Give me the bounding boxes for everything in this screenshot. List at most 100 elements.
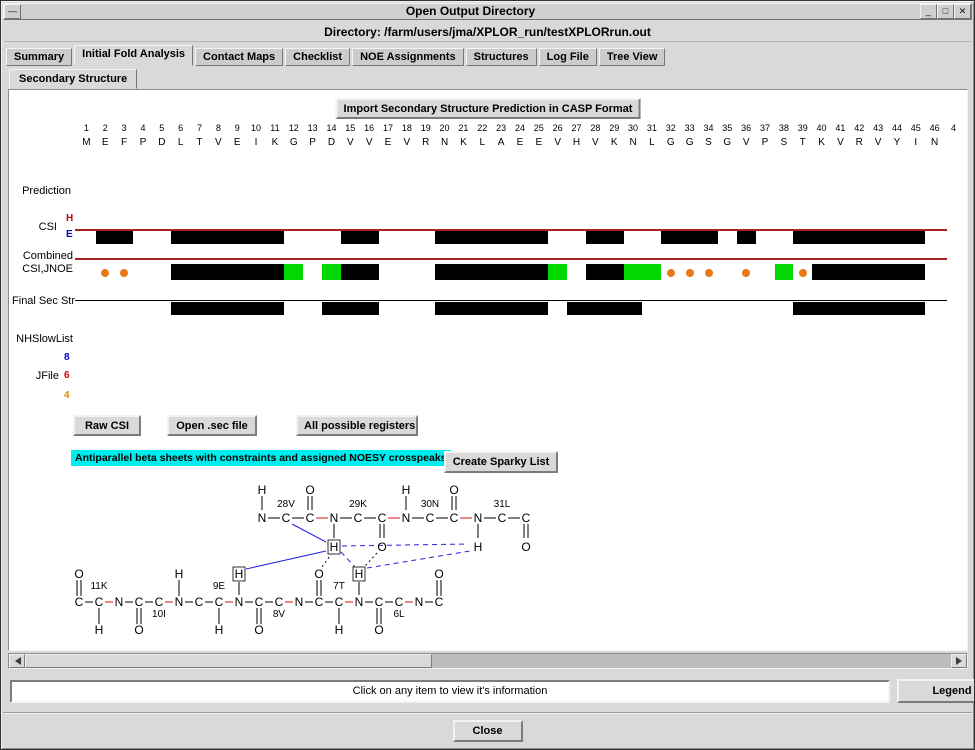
atom-H[interactable]: H	[330, 540, 339, 554]
combined-segment-black[interactable]	[586, 264, 624, 280]
beta-sheet-diagram[interactable]: HNCCONHCCONHCCONHCCOCCNCCNCCNCCNCCNCCNCO…	[56, 460, 556, 650]
atom-C[interactable]: C	[155, 595, 164, 609]
atom-C[interactable]: C	[95, 595, 104, 609]
atom-C[interactable]: C	[378, 511, 387, 525]
combined-segment-black[interactable]	[435, 264, 548, 280]
csi-bar[interactable]	[661, 231, 718, 244]
atom-C[interactable]: C	[375, 595, 384, 609]
maximize-icon[interactable]: □	[937, 4, 954, 19]
scrollbar-thumb[interactable]	[25, 654, 432, 668]
scroll-right-icon[interactable]	[951, 654, 967, 668]
atom-N[interactable]: N	[402, 511, 411, 525]
tab-secondary-structure[interactable]: Secondary Structure	[9, 69, 137, 89]
combined-dot[interactable]	[667, 269, 675, 277]
atom-C[interactable]: C	[354, 511, 363, 525]
atom-C[interactable]: C	[215, 595, 224, 609]
open-sec-file-button[interactable]: Open .sec file	[167, 415, 257, 436]
combined-segment-black[interactable]	[171, 264, 284, 280]
atom-C[interactable]: C	[498, 511, 507, 525]
residue-label[interactable]: 9E	[213, 581, 226, 592]
atom-O[interactable]: O	[74, 567, 83, 581]
combined-dot[interactable]	[120, 269, 128, 277]
atom-O[interactable]: O	[305, 483, 314, 497]
import-casp-button[interactable]: Import Secondary Structure Prediction in…	[336, 98, 641, 119]
tab-tree-view[interactable]: Tree View	[599, 48, 666, 66]
atom-H[interactable]: H	[258, 483, 267, 497]
combined-dot[interactable]	[705, 269, 713, 277]
atom-H[interactable]: H	[402, 483, 411, 497]
atom-H[interactable]: H	[335, 623, 344, 637]
atom-N[interactable]: N	[474, 511, 483, 525]
atom-C[interactable]: C	[255, 595, 264, 609]
combined-dot[interactable]	[799, 269, 807, 277]
scroll-left-icon[interactable]	[9, 654, 25, 668]
minimize-icon[interactable]: _	[920, 4, 937, 19]
atom-H[interactable]: H	[215, 623, 224, 637]
csi-bar[interactable]	[737, 231, 756, 244]
csi-bar[interactable]	[435, 231, 548, 244]
atom-C[interactable]: C	[195, 595, 204, 609]
residue-label[interactable]: 31L	[494, 499, 511, 510]
atom-H[interactable]: H	[95, 623, 104, 637]
combined-segment-green[interactable]	[322, 264, 341, 280]
combined-segment-black[interactable]	[812, 264, 925, 280]
final-sec-bar[interactable]	[793, 302, 925, 315]
atom-N[interactable]: N	[415, 595, 424, 609]
combined-segment-green[interactable]	[624, 264, 662, 280]
atom-C[interactable]: C	[435, 595, 444, 609]
close-icon[interactable]: ✕	[954, 4, 971, 19]
atom-C[interactable]: C	[306, 511, 315, 525]
atom-O[interactable]: O	[314, 567, 323, 581]
csi-bar[interactable]	[586, 231, 624, 244]
residue-label[interactable]: 11K	[90, 581, 107, 592]
residue-label[interactable]: 10I	[152, 609, 166, 620]
atom-H[interactable]: H	[235, 567, 244, 581]
combined-dot[interactable]	[686, 269, 694, 277]
csi-bar[interactable]	[341, 231, 379, 244]
atom-H[interactable]: H	[175, 567, 184, 581]
atom-O[interactable]: O	[449, 483, 458, 497]
atom-N[interactable]: N	[258, 511, 267, 525]
atom-H[interactable]: H	[474, 540, 483, 554]
atom-N[interactable]: N	[115, 595, 124, 609]
atom-O[interactable]: O	[521, 540, 530, 554]
atom-C[interactable]: C	[75, 595, 84, 609]
tab-noe-assignments[interactable]: NOE Assignments	[352, 48, 464, 66]
tab-summary[interactable]: Summary	[6, 48, 72, 66]
atom-C[interactable]: C	[426, 511, 435, 525]
final-sec-bar[interactable]	[567, 302, 642, 315]
tab-structures[interactable]: Structures	[466, 48, 537, 66]
all-possible-registers-button[interactable]: All possible registers	[296, 415, 418, 436]
atom-N[interactable]: N	[175, 595, 184, 609]
combined-segment-green[interactable]	[548, 264, 567, 280]
atom-C[interactable]: C	[282, 511, 291, 525]
combined-segment-black[interactable]	[341, 264, 379, 280]
atom-C[interactable]: C	[522, 511, 531, 525]
atom-O[interactable]: O	[377, 540, 386, 554]
atom-N[interactable]: N	[295, 595, 304, 609]
final-sec-bar[interactable]	[322, 302, 379, 315]
atom-C[interactable]: C	[335, 595, 344, 609]
close-button[interactable]: Close	[453, 720, 523, 742]
atom-C[interactable]: C	[275, 595, 284, 609]
combined-segment-green[interactable]	[284, 264, 303, 280]
csi-bar[interactable]	[96, 231, 134, 244]
tab-log-file[interactable]: Log File	[539, 48, 597, 66]
atom-C[interactable]: C	[315, 595, 324, 609]
residue-label[interactable]: 6L	[393, 609, 405, 620]
legend-button[interactable]: Legend	[897, 679, 975, 703]
residue-label[interactable]: 28V	[277, 499, 295, 510]
atom-N[interactable]: N	[355, 595, 364, 609]
residue-label[interactable]: 8V	[273, 609, 286, 620]
tab-contact-maps[interactable]: Contact Maps	[195, 48, 283, 66]
residue-label[interactable]: 30N	[421, 499, 439, 510]
combined-segment-green[interactable]	[775, 264, 794, 280]
raw-csi-button[interactable]: Raw CSI	[73, 415, 141, 436]
atom-H[interactable]: H	[355, 567, 364, 581]
atom-C[interactable]: C	[395, 595, 404, 609]
window-menu-icon[interactable]: —	[4, 4, 21, 19]
atom-C[interactable]: C	[135, 595, 144, 609]
residue-label[interactable]: 29K	[349, 499, 367, 510]
tab-initial-fold-analysis[interactable]: Initial Fold Analysis	[74, 45, 193, 66]
csi-bar[interactable]	[793, 231, 925, 244]
